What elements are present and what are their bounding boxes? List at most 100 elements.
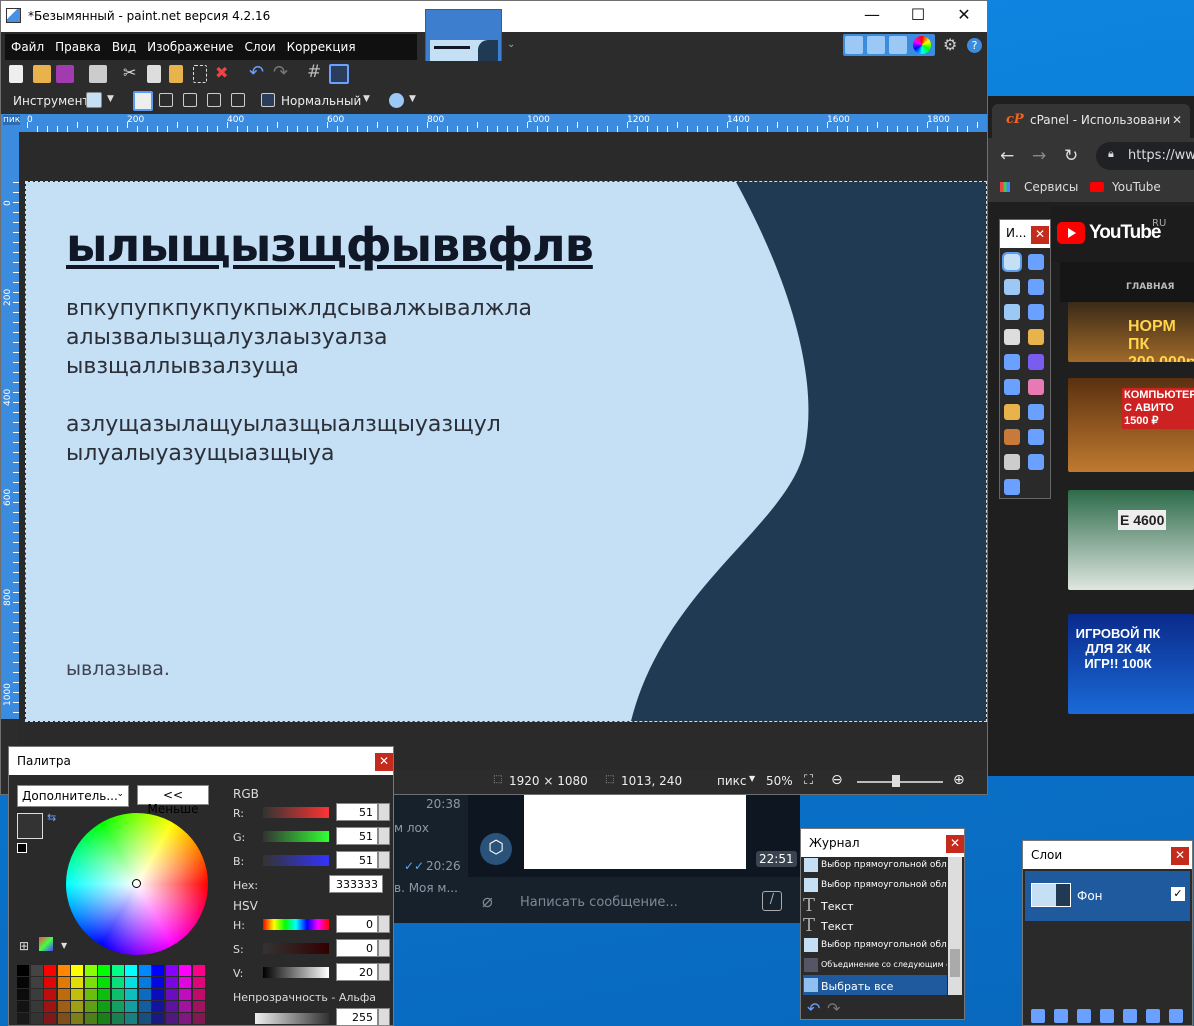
- layers-toggle-icon[interactable]: [889, 36, 907, 54]
- message-input[interactable]: Написать сообщение...: [520, 895, 678, 910]
- redo-icon[interactable]: ↷: [827, 999, 840, 1018]
- merge-down-icon[interactable]: [1100, 1009, 1114, 1023]
- saturation-slider[interactable]: [263, 943, 329, 954]
- hue-value-input[interactable]: 0: [336, 915, 378, 933]
- reload-icon[interactable]: ↻: [1064, 146, 1078, 166]
- color-swatch[interactable]: [30, 989, 43, 1000]
- color-swatch[interactable]: [152, 965, 164, 976]
- history-scrollbar[interactable]: [948, 857, 962, 995]
- zoom-slider-thumb[interactable]: [892, 775, 900, 787]
- text-tool-icon[interactable]: [1004, 454, 1020, 470]
- chevron-down-icon[interactable]: ▼: [61, 941, 67, 950]
- close-icon[interactable]: ✕: [1171, 847, 1189, 865]
- color-swatch[interactable]: [152, 1001, 164, 1012]
- chevron-down-icon[interactable]: ▼: [749, 774, 755, 783]
- attach-icon[interactable]: ⌀: [482, 891, 493, 912]
- color-swatch[interactable]: [125, 1013, 137, 1024]
- zoom-out-icon[interactable]: ⊖: [831, 772, 843, 788]
- browser-tab[interactable]: cP cPanel - Использовани ✕: [992, 104, 1190, 138]
- unit-select[interactable]: пикс: [717, 774, 747, 788]
- history-item[interactable]: Выбор прямоугольной области: [803, 935, 947, 955]
- color-swatch[interactable]: [179, 1001, 191, 1012]
- commands-icon[interactable]: /: [762, 891, 782, 911]
- menu-layers[interactable]: Слои: [238, 34, 280, 54]
- chevron-down-icon[interactable]: ▼: [363, 94, 370, 104]
- undo-icon[interactable]: ↶: [249, 62, 264, 83]
- color-swatch[interactable]: [17, 1013, 29, 1024]
- green-value-input[interactable]: 51: [336, 827, 378, 845]
- color-swatch[interactable]: [138, 977, 151, 988]
- color-swatch[interactable]: [138, 1001, 151, 1012]
- color-swatch[interactable]: [17, 1001, 29, 1012]
- maximize-button[interactable]: ☐: [895, 3, 941, 29]
- layer-visibility-checkbox[interactable]: ✓: [1171, 887, 1185, 901]
- hue-spinner[interactable]: [378, 915, 390, 933]
- blue-slider[interactable]: [263, 855, 329, 866]
- color-swatch[interactable]: [98, 965, 110, 976]
- history-item[interactable]: T Текст: [803, 895, 947, 915]
- exclude-mode-icon[interactable]: [183, 93, 197, 107]
- reset-colors-icon[interactable]: [17, 843, 27, 853]
- color-swatch[interactable]: [192, 977, 205, 988]
- line-curve-tool-icon[interactable]: [1028, 454, 1044, 470]
- palette-mode-select[interactable]: Дополнитель... ⌄: [17, 785, 129, 807]
- layer-properties-icon[interactable]: [1169, 1009, 1183, 1023]
- copy-icon[interactable]: [147, 65, 161, 83]
- color-swatch[interactable]: [71, 977, 83, 988]
- recolor-tool-icon[interactable]: [1028, 429, 1044, 445]
- hue-slider[interactable]: [263, 919, 329, 930]
- zoom-tool-icon[interactable]: [1028, 304, 1044, 320]
- intersect-mode-icon[interactable]: [207, 93, 221, 107]
- color-swatch[interactable]: [138, 989, 151, 1000]
- add-color-icon[interactable]: ⊞: [19, 939, 29, 953]
- color-swatch[interactable]: [57, 977, 70, 988]
- color-swatch[interactable]: [84, 965, 97, 976]
- primary-color-swatch[interactable]: [17, 813, 43, 839]
- history-item-selected[interactable]: Выбрать все: [803, 975, 947, 995]
- color-swatch[interactable]: [30, 1001, 43, 1012]
- chevron-down-icon[interactable]: ⌄: [507, 39, 515, 50]
- color-swatch[interactable]: [179, 1013, 191, 1024]
- crop-icon[interactable]: [193, 65, 207, 83]
- color-swatch[interactable]: [165, 965, 178, 976]
- move-down-icon[interactable]: [1146, 1009, 1160, 1023]
- color-swatch[interactable]: [125, 1001, 137, 1012]
- palette-menu-icon[interactable]: [39, 937, 53, 951]
- pencil-tool-icon[interactable]: [1004, 404, 1020, 420]
- ellipse-select-tool-icon[interactable]: [1004, 304, 1020, 320]
- paintbrush-tool-icon[interactable]: [1004, 379, 1020, 395]
- new-icon[interactable]: [9, 65, 23, 83]
- open-icon[interactable]: [33, 65, 51, 83]
- rulers-icon[interactable]: [329, 64, 349, 84]
- history-item[interactable]: Объединение со следующим слоем: [803, 955, 947, 975]
- duplicate-layer-icon[interactable]: [1077, 1009, 1091, 1023]
- video-thumbnail[interactable]: НОРМ ПК 200.000р: [1068, 302, 1194, 362]
- color-swatch[interactable]: [165, 1001, 178, 1012]
- color-swatch[interactable]: [71, 989, 83, 1000]
- blue-value-input[interactable]: 51: [336, 851, 378, 869]
- color-swatch[interactable]: [125, 977, 137, 988]
- antialias-icon[interactable]: [389, 93, 404, 108]
- color-swatch[interactable]: [44, 989, 56, 1000]
- alpha-slider[interactable]: [255, 1013, 329, 1024]
- cut-icon[interactable]: ✂: [123, 63, 136, 82]
- rect-select-tool-icon[interactable]: [1002, 252, 1022, 272]
- value-value-input[interactable]: 20: [336, 963, 378, 981]
- red-spinner[interactable]: [378, 803, 390, 821]
- color-swatch[interactable]: [179, 977, 191, 988]
- zoom-fit-icon[interactable]: ⛶: [804, 773, 813, 788]
- settings-icon[interactable]: ⚙: [943, 35, 957, 54]
- pan-tool-icon[interactable]: [1028, 329, 1044, 345]
- colors-toggle-icon[interactable]: [913, 36, 931, 54]
- blue-spinner[interactable]: [378, 851, 390, 869]
- close-button[interactable]: ✕: [941, 3, 987, 29]
- rect-select-icon[interactable]: [86, 92, 102, 108]
- less-button[interactable]: << Меньше: [137, 785, 209, 816]
- color-swatch[interactable]: [57, 1013, 70, 1024]
- gradient-tool-icon[interactable]: [1028, 354, 1044, 370]
- color-swatch[interactable]: [152, 977, 164, 988]
- grid-icon[interactable]: #: [307, 62, 321, 82]
- color-swatch[interactable]: [152, 989, 164, 1000]
- color-swatch[interactable]: [125, 965, 137, 976]
- invert-mode-icon[interactable]: [231, 93, 245, 107]
